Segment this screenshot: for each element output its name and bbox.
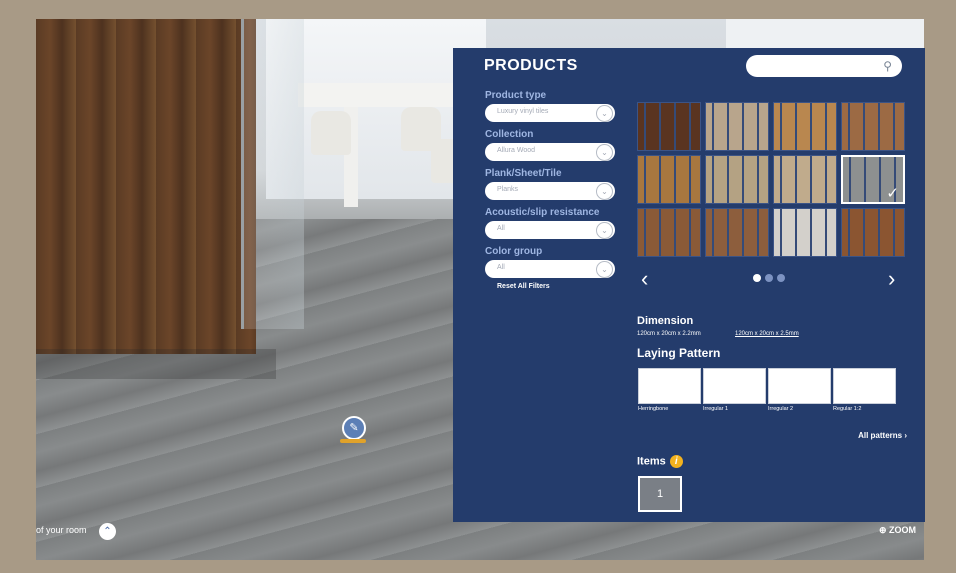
- floor-swatch[interactable]: [637, 155, 701, 204]
- room-caption: of your room: [36, 525, 87, 535]
- zoom-label: ZOOM: [889, 525, 916, 535]
- all-patterns-label: All patterns: [858, 431, 903, 440]
- floor-swatch[interactable]: [705, 155, 769, 204]
- filter-label: Product type: [485, 90, 547, 101]
- filter-value: All: [497, 264, 505, 271]
- reset-filters-link[interactable]: Reset All Filters: [497, 283, 620, 290]
- pattern-herringbone[interactable]: Herringbone: [638, 368, 701, 412]
- filter-value: Allura Wood: [497, 147, 536, 154]
- filter-value: Luxury vinyl tiles: [497, 108, 549, 115]
- plank-sheet-tile-select[interactable]: Planks ⌄: [485, 182, 615, 200]
- floor-swatch[interactable]: ✓: [841, 155, 905, 204]
- dimension-option[interactable]: 120cm x 20cm x 2.2mm: [637, 331, 701, 337]
- panel-title: PRODUCTS: [484, 57, 578, 74]
- dimension-title: Dimension: [637, 315, 694, 327]
- pattern-label: Irregular 1: [703, 406, 729, 412]
- zoom-button[interactable]: ⊕ ZOOM: [879, 525, 916, 536]
- items-label: Items: [637, 455, 666, 468]
- pattern-thumbnail: [703, 368, 766, 404]
- carousel-dot[interactable]: [777, 274, 785, 282]
- chevron-down-icon[interactable]: ⌄: [596, 261, 613, 278]
- dimension-option[interactable]: 120cm x 20cm x 2.5mm: [735, 331, 799, 337]
- carousel-dot[interactable]: [753, 274, 761, 282]
- pattern-thumbnail: [638, 368, 701, 404]
- search-input[interactable]: ⚲: [746, 55, 902, 77]
- floor-swatch[interactable]: [705, 102, 769, 151]
- floor-swatch[interactable]: [841, 208, 905, 257]
- filter-label: Acoustic/slip resistance: [485, 207, 600, 218]
- pattern-irregular-1[interactable]: Irregular 1: [703, 368, 766, 412]
- pattern-label: Regular 1:2: [833, 406, 862, 412]
- floor-swatch[interactable]: [637, 208, 701, 257]
- carousel-dot[interactable]: [765, 274, 773, 282]
- carousel-prev-button[interactable]: ‹: [641, 266, 648, 292]
- collection-select[interactable]: Allura Wood ⌄: [485, 143, 615, 161]
- all-patterns-link[interactable]: All patterns ›: [858, 431, 907, 440]
- filter-label: Collection: [485, 129, 534, 140]
- pattern-regular-1-2[interactable]: Regular 1:2: [833, 368, 896, 412]
- filter-label: Color group: [485, 246, 543, 257]
- chevron-up-icon[interactable]: ⌃: [99, 523, 116, 540]
- products-panel: PRODUCTS ⚲ Product type Luxury vinyl til…: [453, 48, 925, 522]
- pattern-label: Herringbone: [638, 406, 669, 412]
- laying-pattern-title: Laying Pattern: [637, 346, 721, 360]
- edit-marker-icon[interactable]: ✎: [342, 416, 366, 440]
- chair: [311, 111, 351, 155]
- search-icon[interactable]: ⚲: [883, 59, 892, 73]
- floor-swatch[interactable]: [705, 208, 769, 257]
- info-icon[interactable]: i: [669, 455, 683, 468]
- check-icon: ✓: [886, 185, 899, 202]
- carousel-next-button[interactable]: ›: [888, 266, 895, 292]
- floor-swatch[interactable]: [773, 155, 837, 204]
- floor-swatch[interactable]: [773, 208, 837, 257]
- wood-wall: [36, 19, 256, 354]
- item-thumbnail[interactable]: 1: [638, 476, 682, 512]
- filters: Product type Luxury vinyl tiles ⌄ Collec…: [485, 88, 620, 290]
- product-type-select[interactable]: Luxury vinyl tiles ⌄: [485, 104, 615, 122]
- pattern-irregular-2[interactable]: Irregular 2: [768, 368, 831, 412]
- marker-base: [340, 439, 366, 443]
- chevron-down-icon[interactable]: ⌄: [596, 222, 613, 239]
- pattern-label: Irregular 2: [768, 406, 794, 412]
- wall-shadow: [36, 349, 276, 379]
- zoom-icon: ⊕: [878, 525, 889, 535]
- chevron-right-icon: ›: [904, 431, 907, 440]
- filter-value: Planks: [497, 186, 519, 193]
- swatch-grid: ✓: [637, 102, 905, 260]
- filter-value: All: [497, 225, 505, 232]
- glass-door: [241, 19, 304, 329]
- acoustic-slip-select[interactable]: All ⌄: [485, 221, 615, 239]
- chevron-down-icon[interactable]: ⌄: [596, 183, 613, 200]
- pattern-thumbnail: [768, 368, 831, 404]
- filter-label: Plank/Sheet/Tile: [485, 168, 562, 179]
- items-title: Items i: [637, 455, 683, 468]
- color-group-select[interactable]: All ⌄: [485, 260, 615, 278]
- floor-swatch[interactable]: [637, 102, 701, 151]
- pattern-list: Herringbone Irregular 1 Irregular 2 Regu…: [638, 368, 896, 412]
- chevron-down-icon[interactable]: ⌄: [596, 105, 613, 122]
- carousel-dots: [753, 274, 785, 282]
- table: [298, 83, 458, 107]
- floor-swatch[interactable]: [773, 102, 837, 151]
- chevron-down-icon[interactable]: ⌄: [596, 144, 613, 161]
- pattern-thumbnail: [833, 368, 896, 404]
- floor-swatch[interactable]: [841, 102, 905, 151]
